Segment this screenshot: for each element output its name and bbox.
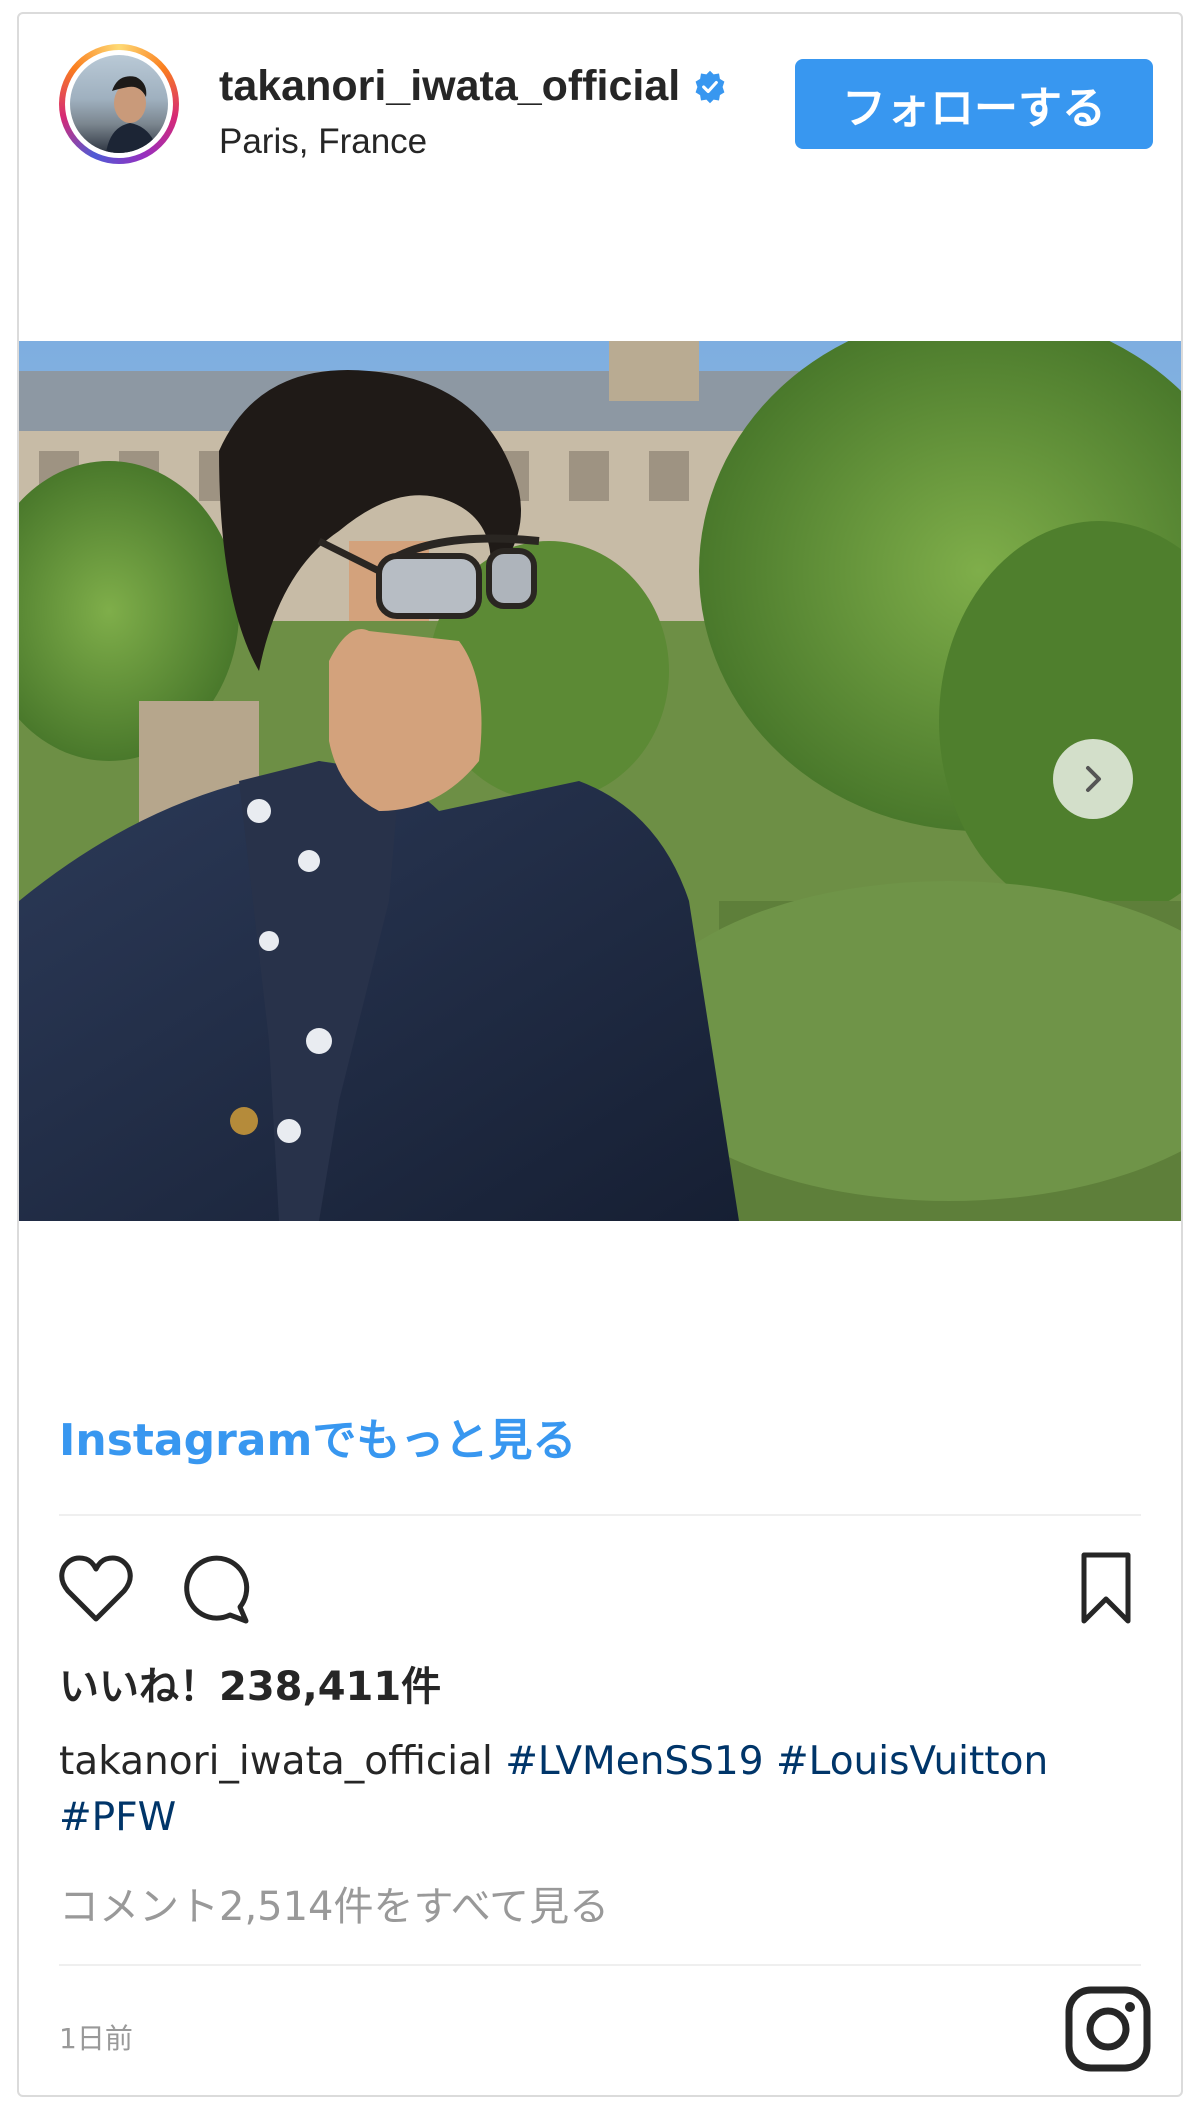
hashtag-link[interactable]: #PFW — [59, 1795, 176, 1840]
instagram-logo-icon[interactable] — [1063, 1984, 1153, 2074]
avatar[interactable] — [59, 44, 179, 164]
follow-button[interactable]: フォローする — [795, 59, 1153, 149]
like-count[interactable]: いいね！238,411件 — [59, 1654, 441, 1712]
hashtag-link[interactable]: #LVMenSS19 — [505, 1739, 763, 1784]
username-row: takanori_iwata_official — [219, 62, 728, 111]
like-button[interactable] — [51, 1544, 141, 1634]
post-timestamp: 1日前 — [59, 2022, 133, 2055]
caption: takanori_iwata_official #LVMenSS19 #Loui… — [59, 1734, 1139, 1846]
action-bar — [51, 1544, 1151, 1634]
comment-button[interactable] — [171, 1544, 261, 1634]
post-photo[interactable] — [19, 341, 1181, 1221]
next-photo-button[interactable] — [1053, 739, 1133, 819]
caption-username[interactable]: takanori_iwata_official — [59, 1739, 493, 1784]
view-all-comments-link[interactable]: コメント2,514件をすべて見る — [59, 1874, 609, 1932]
post-header: takanori_iwata_official Paris, France フォ… — [19, 14, 1181, 199]
location-link[interactable]: Paris, France — [219, 122, 427, 162]
bookmark-icon — [1081, 1552, 1131, 1624]
chevron-right-icon — [1086, 766, 1101, 792]
avatar-image — [70, 55, 168, 153]
comment-icon — [184, 1555, 250, 1624]
heart-icon — [59, 1555, 133, 1622]
divider — [59, 1514, 1141, 1516]
hashtag-link[interactable]: #LouisVuitton — [776, 1739, 1048, 1784]
instagram-embed-card: takanori_iwata_official Paris, France フォ… — [17, 12, 1183, 2097]
verified-badge-icon — [695, 70, 725, 103]
bookmark-button[interactable] — [1061, 1544, 1151, 1634]
view-more-on-instagram-link[interactable]: Instagramでもっと見る — [59, 1404, 576, 1468]
username-link[interactable]: takanori_iwata_official — [219, 62, 680, 111]
divider — [59, 1964, 1141, 1966]
